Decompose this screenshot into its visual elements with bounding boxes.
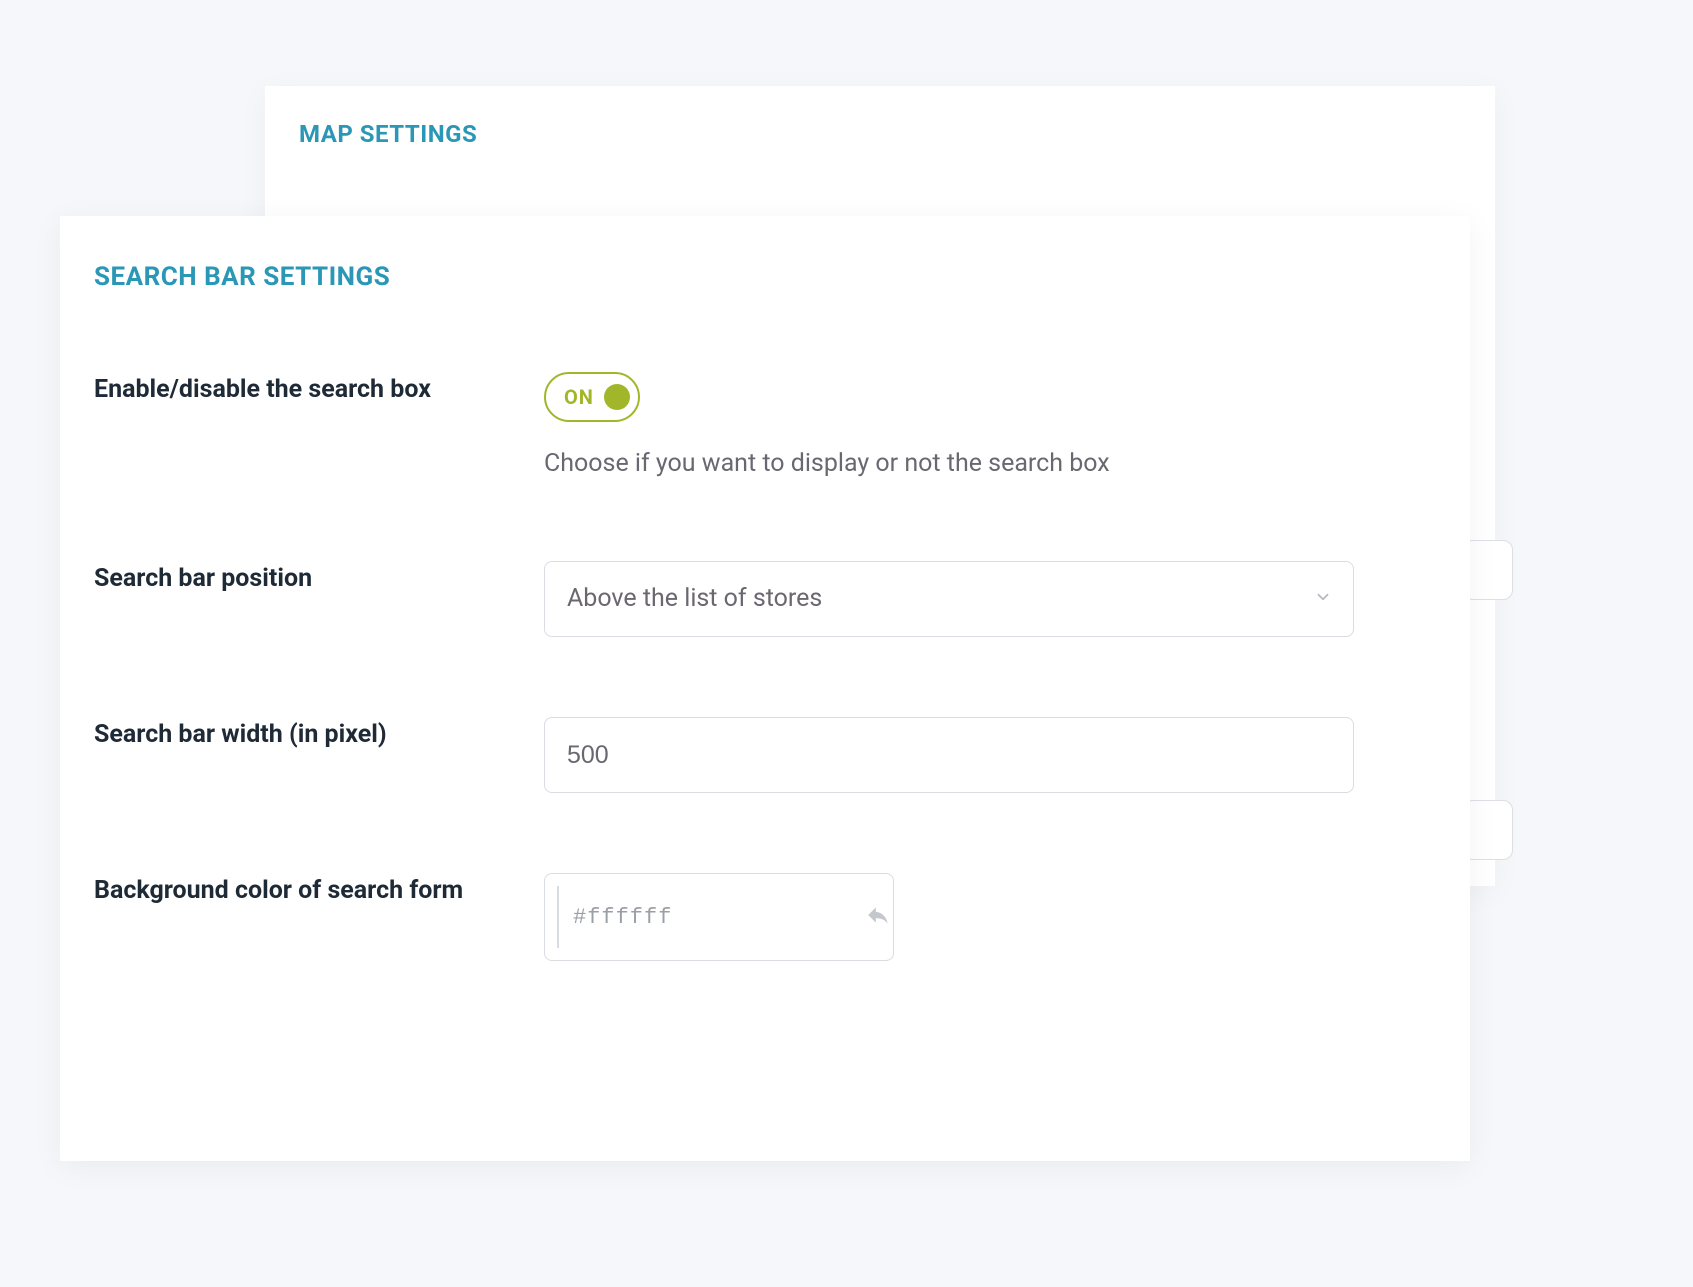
position-select-wrapper: Above the list of stores bbox=[544, 561, 1354, 637]
bg-color-input[interactable] bbox=[559, 905, 865, 930]
toggle-on-label: ON bbox=[564, 385, 594, 409]
width-controls bbox=[544, 717, 1436, 793]
bg-color-label: Background color of search form bbox=[94, 873, 544, 909]
position-label: Search bar position bbox=[94, 561, 544, 597]
enable-search-help: Choose if you want to display or not the… bbox=[544, 446, 1436, 481]
undo-icon[interactable] bbox=[865, 902, 891, 932]
enable-search-controls: ON Choose if you want to display or not … bbox=[544, 372, 1436, 481]
width-input[interactable] bbox=[544, 717, 1354, 793]
bg-color-controls bbox=[544, 873, 1436, 961]
toggle-knob bbox=[604, 384, 630, 410]
background-input-peek[interactable] bbox=[1463, 540, 1513, 600]
background-input-peek[interactable] bbox=[1463, 800, 1513, 860]
enable-search-label: Enable/disable the search box bbox=[94, 372, 544, 408]
form-row-width: Search bar width (in pixel) bbox=[94, 717, 1436, 793]
search-bar-settings-title: SEARCH BAR SETTINGS bbox=[94, 262, 1436, 292]
position-select[interactable]: Above the list of stores bbox=[544, 561, 1354, 637]
form-row-bg-color: Background color of search form bbox=[94, 873, 1436, 961]
width-label: Search bar width (in pixel) bbox=[94, 717, 544, 753]
form-row-enable-search: Enable/disable the search box ON Choose … bbox=[94, 372, 1436, 481]
enable-search-toggle[interactable]: ON bbox=[544, 372, 640, 422]
search-bar-settings-panel: SEARCH BAR SETTINGS Enable/disable the s… bbox=[60, 216, 1470, 1161]
map-settings-title: MAP SETTINGS bbox=[265, 86, 1495, 148]
form-row-position: Search bar position Above the list of st… bbox=[94, 561, 1436, 637]
bg-color-picker bbox=[544, 873, 894, 961]
position-controls: Above the list of stores bbox=[544, 561, 1436, 637]
